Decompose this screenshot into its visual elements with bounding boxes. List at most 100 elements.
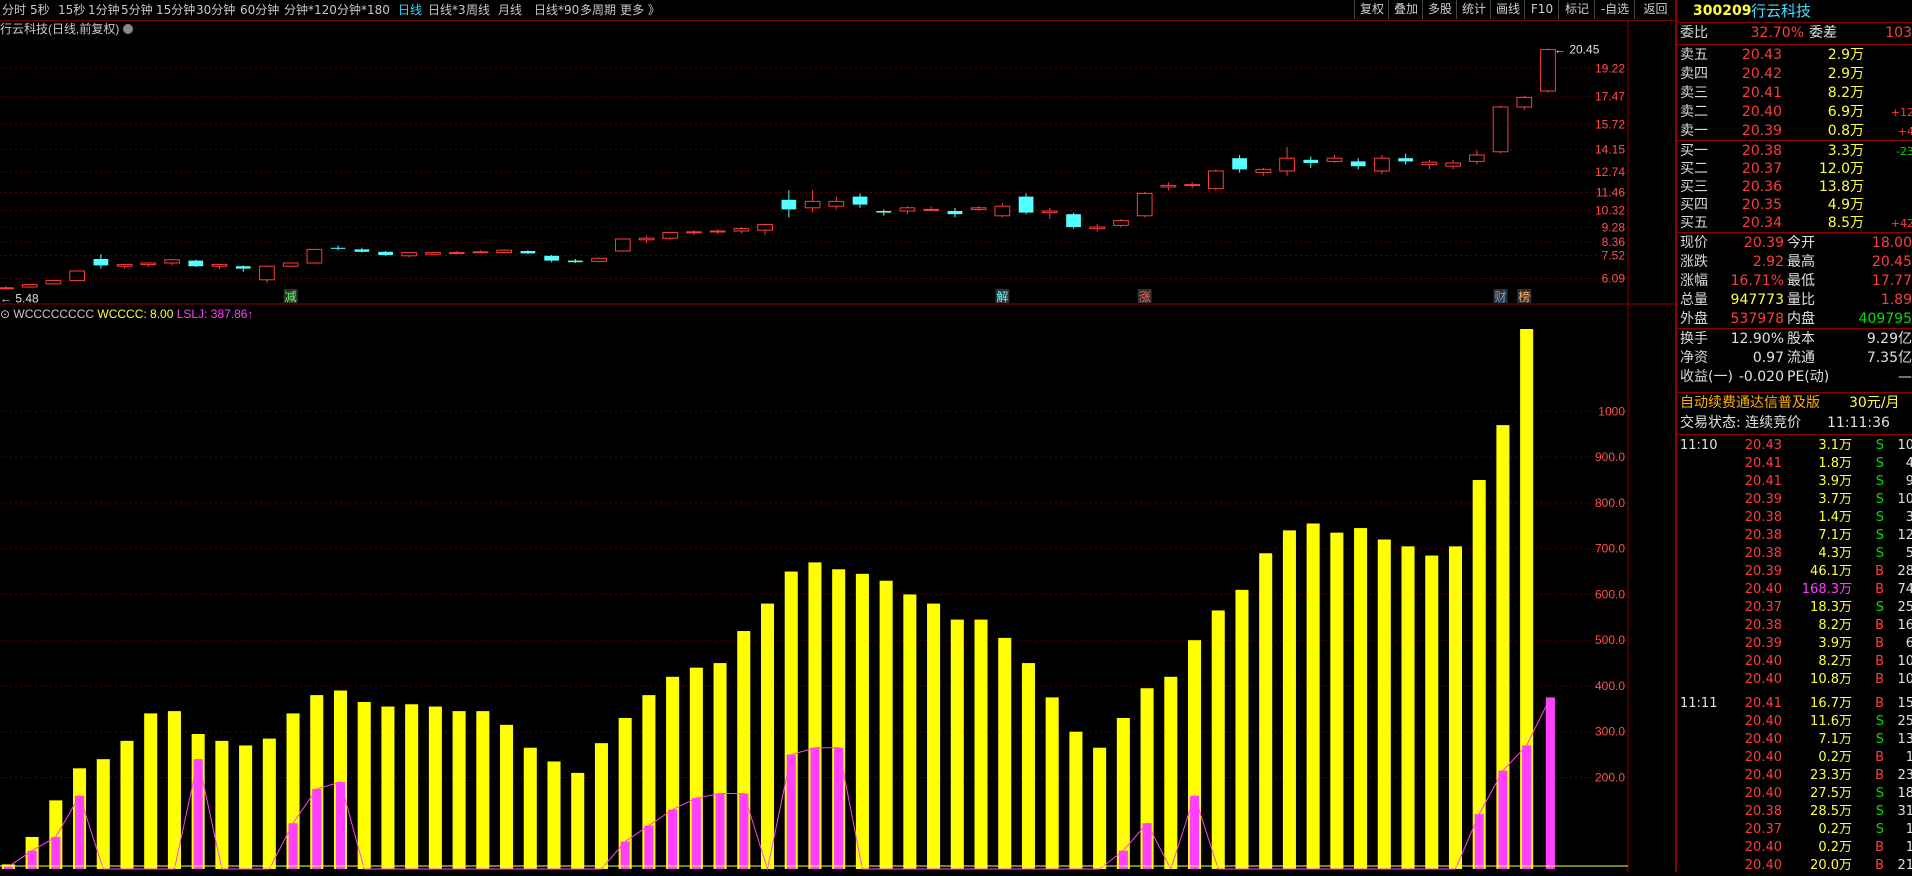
event-mark[interactable]: 涨 bbox=[1139, 289, 1151, 304]
candle[interactable] bbox=[614, 238, 631, 252]
period-tab[interactable]: 月线 bbox=[498, 2, 522, 18]
candle[interactable] bbox=[709, 229, 726, 235]
candle[interactable] bbox=[45, 279, 62, 285]
period-tab[interactable]: 多周期 bbox=[580, 2, 616, 18]
candle[interactable] bbox=[1350, 158, 1366, 170]
candle[interactable] bbox=[1326, 155, 1343, 163]
period-tab[interactable]: 日线*3 bbox=[428, 2, 466, 18]
candle[interactable] bbox=[520, 250, 536, 255]
candle[interactable] bbox=[876, 209, 892, 216]
candle[interactable] bbox=[1041, 207, 1058, 219]
candle[interactable] bbox=[852, 193, 868, 208]
period-tab[interactable]: 日线 bbox=[398, 2, 422, 18]
candle[interactable] bbox=[188, 259, 204, 267]
candle[interactable] bbox=[354, 247, 370, 253]
kline-chart-area[interactable]: 行云科技(日线,前复权) 19.22 17.47 15.72 14.15 12.74 11.… bbox=[0, 21, 1675, 872]
candle[interactable] bbox=[496, 249, 513, 254]
candle[interactable] bbox=[140, 262, 157, 267]
candle[interactable] bbox=[0, 286, 14, 290]
candle[interactable] bbox=[544, 255, 559, 263]
candle[interactable] bbox=[923, 206, 940, 211]
period-tab[interactable]: 15分钟 bbox=[156, 2, 195, 18]
candle[interactable] bbox=[828, 196, 845, 210]
candle[interactable] bbox=[1374, 155, 1390, 175]
period-tab[interactable]: 更多 》 bbox=[620, 2, 660, 18]
candle[interactable] bbox=[970, 206, 987, 211]
candle[interactable] bbox=[330, 245, 346, 251]
candle[interactable] bbox=[1160, 182, 1177, 191]
candle[interactable] bbox=[401, 251, 418, 258]
candle[interactable] bbox=[947, 207, 963, 218]
period-tab[interactable]: 5分钟 bbox=[121, 2, 153, 18]
candle[interactable] bbox=[448, 251, 465, 255]
candle[interactable] bbox=[1421, 159, 1438, 170]
candle[interactable] bbox=[686, 230, 702, 235]
candle[interactable] bbox=[1136, 191, 1153, 218]
candle[interactable] bbox=[211, 263, 228, 269]
period-tab[interactable]: 5秒 bbox=[30, 2, 50, 18]
candle[interactable] bbox=[1184, 182, 1201, 189]
candle[interactable] bbox=[69, 270, 86, 282]
candle[interactable] bbox=[259, 265, 275, 283]
period-tab[interactable]: 60分钟 bbox=[240, 2, 279, 18]
candle[interactable] bbox=[1516, 95, 1533, 111]
period-tab[interactable]: 30分钟 bbox=[196, 2, 235, 18]
candle[interactable] bbox=[733, 227, 750, 234]
tick-count: 13 bbox=[1897, 732, 1912, 747]
candle[interactable] bbox=[472, 250, 489, 254]
period-tab[interactable]: 15秒 bbox=[58, 2, 85, 18]
toolbar-button[interactable]: F10 bbox=[1524, 0, 1559, 19]
toolbar-button[interactable]: 多股 bbox=[1422, 0, 1457, 19]
candle[interactable] bbox=[1492, 105, 1509, 154]
toolbar-button[interactable]: 复权 bbox=[1354, 0, 1389, 19]
toolbar-button[interactable]: 画线 bbox=[1490, 0, 1525, 19]
candle[interactable] bbox=[757, 223, 773, 235]
period-tab[interactable]: 分钟*120 bbox=[284, 2, 337, 18]
period-tab[interactable]: 1分钟 bbox=[88, 2, 120, 18]
candle[interactable] bbox=[1279, 147, 1295, 176]
candle[interactable] bbox=[116, 263, 133, 269]
toolbar-button[interactable]: 返回 bbox=[1634, 0, 1676, 19]
candle[interactable] bbox=[1398, 153, 1414, 165]
candle[interactable] bbox=[1232, 155, 1247, 173]
candle[interactable] bbox=[1089, 223, 1106, 232]
candle[interactable] bbox=[567, 259, 583, 263]
candle[interactable] bbox=[1303, 156, 1319, 168]
period-tab[interactable]: 周线 bbox=[466, 2, 490, 18]
candle[interactable] bbox=[282, 262, 299, 267]
event-mark[interactable]: 解 bbox=[996, 290, 1008, 304]
candle[interactable] bbox=[1018, 193, 1034, 215]
period-tab[interactable]: 日线*90 bbox=[534, 2, 579, 18]
candle[interactable] bbox=[899, 206, 916, 215]
period-tab[interactable]: 分时 bbox=[2, 2, 26, 18]
candle[interactable] bbox=[804, 190, 821, 213]
candle[interactable] bbox=[21, 283, 38, 288]
candle[interactable] bbox=[994, 203, 1011, 218]
period-tab[interactable]: 分钟*180 bbox=[337, 2, 390, 18]
kline-chart[interactable]: 行云科技(日线,前复权) 19.22 17.47 15.72 14.15 12.74 11.… bbox=[0, 21, 1675, 872]
candle[interactable] bbox=[164, 259, 180, 266]
candle[interactable] bbox=[425, 251, 441, 255]
event-mark[interactable]: 财 bbox=[1495, 290, 1507, 304]
promo-price[interactable]: 30元/月 bbox=[1849, 394, 1900, 413]
event-mark[interactable]: 榜 bbox=[1518, 289, 1530, 304]
toolbar-button[interactable]: 统计 bbox=[1456, 0, 1491, 19]
candle[interactable] bbox=[781, 190, 797, 218]
candle[interactable] bbox=[662, 231, 679, 240]
toolbar-button[interactable]: 标记 bbox=[1558, 0, 1595, 19]
candle[interactable] bbox=[235, 265, 251, 272]
candle[interactable] bbox=[1113, 219, 1129, 227]
candle[interactable] bbox=[591, 257, 607, 263]
promo-text[interactable]: 自动续费通达信普及版 bbox=[1680, 394, 1820, 413]
chevron-down-icon[interactable] bbox=[123, 24, 133, 34]
candle[interactable] bbox=[1468, 150, 1485, 165]
candle[interactable] bbox=[93, 254, 109, 269]
candle[interactable] bbox=[1255, 167, 1272, 176]
candle[interactable] bbox=[1066, 212, 1081, 229]
event-mark[interactable]: 减 bbox=[285, 290, 297, 304]
candle[interactable] bbox=[1445, 159, 1461, 170]
toolbar-button[interactable]: -自选 bbox=[1594, 0, 1635, 19]
candle[interactable] bbox=[306, 248, 323, 264]
toolbar-button[interactable]: 叠加 bbox=[1388, 0, 1423, 19]
candle[interactable] bbox=[1208, 169, 1224, 191]
